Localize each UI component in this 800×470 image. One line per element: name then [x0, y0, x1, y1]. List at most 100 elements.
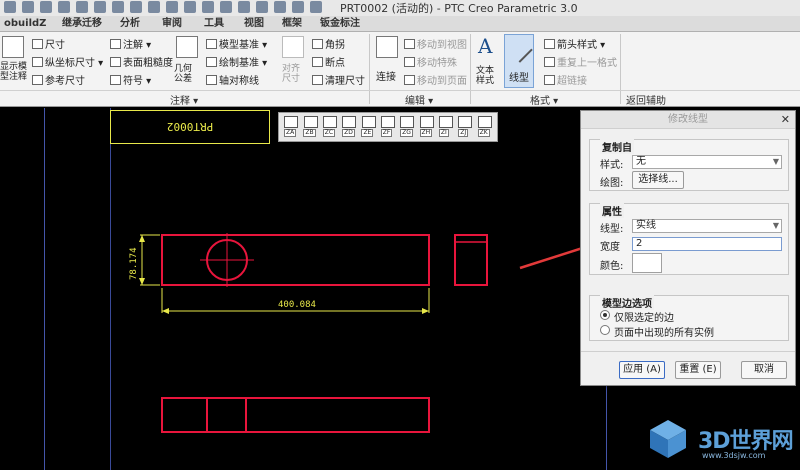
select-line-button[interactable]: 选择线...	[632, 171, 684, 189]
apply-button[interactable]: 应用 (A)	[619, 361, 665, 379]
quick-access-icon[interactable]	[112, 1, 124, 13]
quick-access-icon[interactable]	[58, 1, 70, 13]
quick-access-icon[interactable]	[292, 1, 304, 13]
cancel-button[interactable]: 取消	[741, 361, 787, 379]
tab-tools[interactable]: 工具	[200, 17, 228, 31]
datum-axes-button[interactable]: ZH	[419, 116, 435, 138]
model-datum-icon	[206, 38, 217, 49]
radio-selected-edges-only[interactable]	[600, 310, 610, 320]
properties-legend: 属性	[600, 203, 624, 218]
quick-access-icon[interactable]	[238, 1, 250, 13]
dialog-title-bar[interactable]: 修改线型 ✕	[581, 111, 795, 129]
bottom-view-outline[interactable]	[161, 397, 430, 433]
keytip: ZG	[400, 129, 413, 137]
dim-height-text[interactable]: 78.174	[129, 247, 139, 280]
chamfer-button[interactable]: 角拐	[312, 36, 345, 51]
format-group-label[interactable]: 格式 ▾	[530, 92, 558, 107]
tab-analysis[interactable]: 分析	[116, 17, 144, 31]
line-style-button[interactable]: 线型	[504, 34, 534, 88]
display-style-button[interactable]: ZE	[360, 116, 376, 138]
symbol-button[interactable]: 符号 ▾	[110, 72, 151, 87]
tab-view[interactable]: 视图	[240, 17, 268, 31]
align-dimension-icon[interactable]	[282, 36, 304, 58]
repeat-format-icon	[544, 56, 555, 67]
surface-finish-button[interactable]: 表面粗糙度	[110, 54, 173, 69]
connect-icon[interactable]	[376, 36, 398, 58]
line-style-label: 线型	[509, 73, 529, 84]
datum-planes-button[interactable]: ZG	[399, 116, 415, 138]
geometric-tolerance-button[interactable]: 几何公差	[174, 64, 200, 84]
annotation-display-button[interactable]: ZK	[477, 116, 493, 138]
arrow-style-button[interactable]: 箭头样式 ▾	[544, 36, 605, 51]
note-button[interactable]: 注解 ▾	[110, 36, 151, 51]
draw-datum-button[interactable]: 绘制基准 ▾	[206, 54, 267, 69]
dimension-button[interactable]: 尺寸	[32, 36, 65, 51]
radio-all-instances[interactable]	[600, 325, 610, 335]
linetype-select[interactable]: 实线 ▼	[632, 219, 782, 233]
text-style-icon[interactable]: A	[478, 34, 492, 58]
quick-access-icon[interactable]	[130, 1, 142, 13]
model-edge-options-legend: 模型边选项	[600, 295, 654, 310]
edit-group-label[interactable]: 编辑 ▾	[405, 92, 433, 107]
selected-edges-only-label[interactable]: 仅限选定的边	[614, 309, 674, 324]
quick-access-icon[interactable]	[220, 1, 232, 13]
quick-access-icon[interactable]	[148, 1, 160, 13]
reference-dimension-icon	[32, 74, 43, 85]
datum-points-button[interactable]: ZI	[438, 116, 454, 138]
tab-sheetmetal-annotation[interactable]: 钣金标注	[316, 17, 364, 31]
ordinate-dimension-button[interactable]: 纵坐标尺寸 ▾	[32, 54, 103, 69]
dialog-button-divider	[581, 351, 795, 352]
quick-access-icon[interactable]	[4, 1, 16, 13]
zoom-in-icon	[303, 116, 318, 128]
quick-access-icon[interactable]	[274, 1, 286, 13]
break-button[interactable]: 断点	[312, 54, 345, 69]
quick-access-icon[interactable]	[166, 1, 178, 13]
width-input[interactable]: 2	[632, 237, 782, 251]
coordinate-system-icon	[458, 116, 473, 128]
show-model-annotations-button[interactable]: 显示模型注释	[0, 62, 28, 82]
dim-width-text[interactable]: 400.084	[278, 300, 316, 310]
style-select[interactable]: 无 ▼	[632, 155, 782, 169]
move-special-button[interactable]: 移动特殊	[404, 54, 457, 69]
zoom-out-button[interactable]: ZC	[322, 116, 338, 138]
symbol-icon	[110, 74, 121, 85]
tab-review[interactable]: 审阅	[158, 17, 186, 31]
align-dimension-button[interactable]: 对齐尺寸	[282, 64, 306, 84]
quick-access-icon[interactable]	[76, 1, 88, 13]
close-icon[interactable]: ✕	[781, 111, 790, 129]
axis-symmetry-button[interactable]: 轴对称线	[206, 72, 259, 87]
repeat-last-format-button[interactable]: 重复上一格式	[544, 54, 617, 69]
zoom-fit-button[interactable]: ZA	[283, 116, 299, 138]
drawing-label: 绘图:	[600, 178, 624, 189]
reset-button[interactable]: 重置 (E)	[675, 361, 721, 379]
all-instances-label[interactable]: 页面中出现的所有实例	[614, 324, 714, 339]
cleanup-dimension-button[interactable]: 清理尺寸	[312, 72, 365, 87]
quick-access-icon[interactable]	[256, 1, 268, 13]
geometric-tolerance-icon[interactable]	[176, 36, 198, 58]
quick-access-icon[interactable]	[202, 1, 214, 13]
quick-access-icon[interactable]	[94, 1, 106, 13]
model-datum-button[interactable]: 模型基准 ▾	[206, 36, 267, 51]
tab-frame[interactable]: 框架	[278, 17, 306, 31]
quick-access-icon[interactable]	[22, 1, 34, 13]
move-to-view-button[interactable]: 移动到视图	[404, 36, 467, 51]
ordinate-dimension-icon	[32, 56, 43, 67]
move-to-page-button[interactable]: 移动到页面	[404, 72, 467, 87]
text-style-button[interactable]: 文本样式	[476, 66, 502, 86]
repaint-button[interactable]: ZD	[341, 116, 357, 138]
color-swatch-button[interactable]	[632, 253, 662, 273]
quick-access-icon[interactable]	[184, 1, 196, 13]
show-model-annotations-icon[interactable]	[2, 36, 24, 58]
tab-inheritance-migration[interactable]: 继承迁移	[58, 17, 106, 31]
quick-access-icon[interactable]	[310, 1, 322, 13]
zoom-in-button[interactable]: ZB	[302, 116, 318, 138]
coordinate-system-button[interactable]: ZJ	[457, 116, 473, 138]
connect-button[interactable]: 连接	[376, 68, 396, 83]
annotate-group-label[interactable]: 注释 ▾	[170, 92, 198, 107]
hyperlink-button[interactable]: 超链接	[544, 72, 587, 87]
chevron-down-icon: ▼	[772, 221, 779, 230]
quick-access-icon[interactable]	[40, 1, 52, 13]
reference-dimension-button[interactable]: 参考尺寸	[32, 72, 85, 87]
view-manager-button[interactable]: ZF	[380, 116, 396, 138]
tab-obuildz[interactable]: obuildZ	[0, 17, 50, 31]
